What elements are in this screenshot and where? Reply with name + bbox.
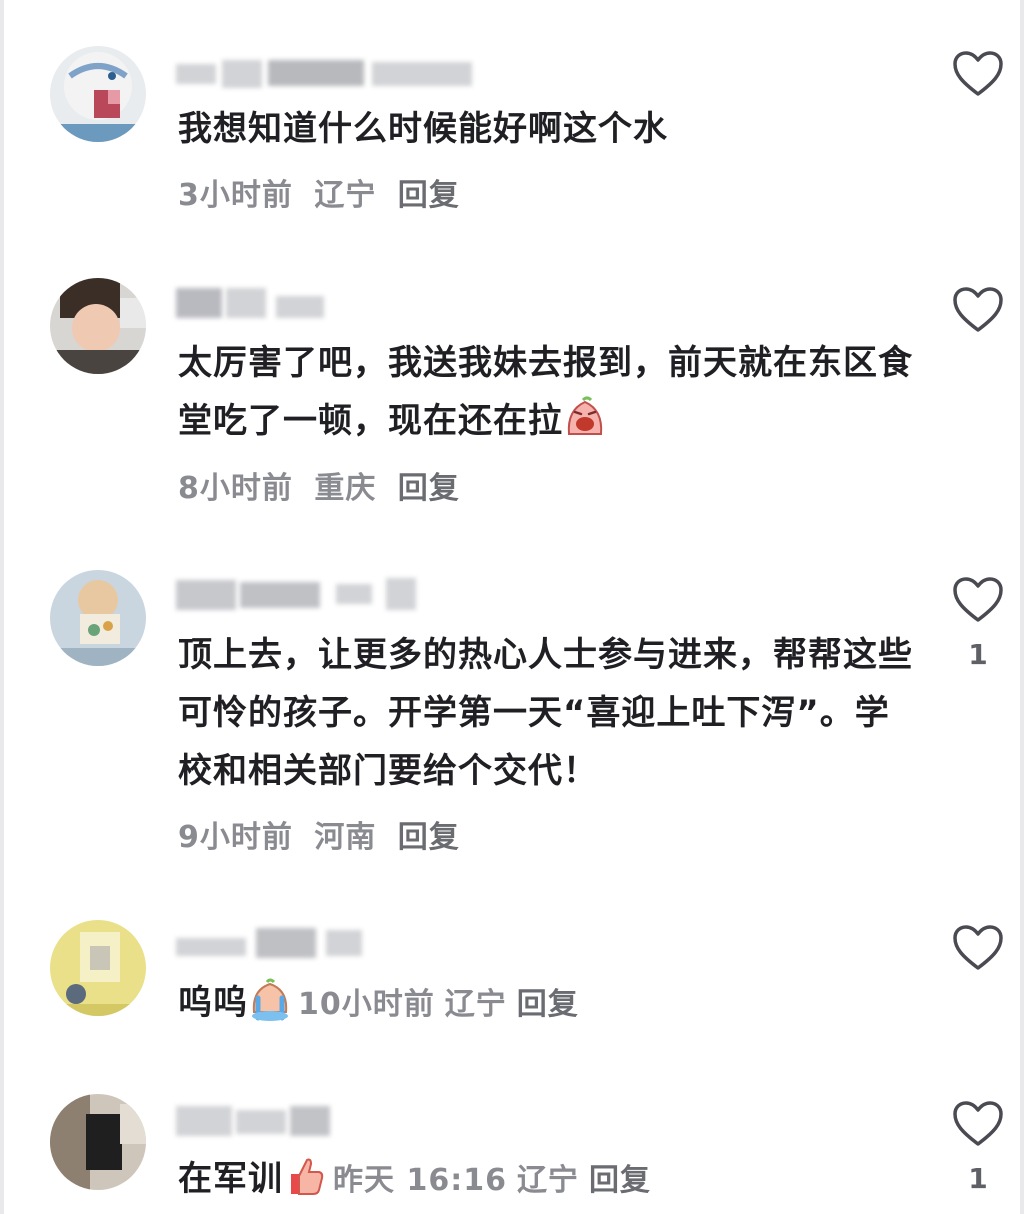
username-redacted [176, 578, 476, 612]
comment-meta: 9小时前 河南 回复 [178, 812, 470, 856]
like-button[interactable]: 1 [944, 1100, 1012, 1195]
comment-location: 辽宁 [314, 178, 377, 213]
comment-list: 我想知道什么时候能好啊这个水 3小时前 辽宁 回复 太厉害了吧，我送我妹去报到，… [0, 0, 1024, 1214]
like-button[interactable]: 1 [944, 576, 1012, 671]
thumbs-up-icon [283, 1154, 327, 1198]
comment-meta: 8小时前 重庆 回复 [178, 463, 470, 507]
reply-button[interactable]: 回复 [398, 178, 460, 213]
comment-text-content: 呜呜 [178, 983, 248, 1023]
heart-icon [953, 925, 1003, 970]
comment-meta: 昨天 16:16 辽宁 回复 [333, 1163, 661, 1198]
username-redacted [176, 1104, 476, 1138]
avatar[interactable] [50, 570, 146, 666]
heart-icon [953, 577, 1003, 622]
like-count: 1 [968, 638, 988, 671]
comment-location: 重庆 [314, 471, 377, 506]
comment-location: 辽宁 [516, 1163, 579, 1198]
comment-time: 9小时前 [178, 820, 293, 855]
comment-meta: 3小时前 辽宁 回复 [178, 170, 470, 214]
reply-button[interactable]: 回复 [517, 987, 579, 1022]
crying-face-icon [563, 396, 607, 440]
sobbing-face-icon [248, 978, 292, 1022]
comment-text: 顶上去，让更多的热心人士参与进来，帮帮这些可怜的孩子。开学第一天“喜迎上吐下泻”… [178, 635, 913, 791]
heart-icon [953, 1101, 1003, 1146]
comment-text-content: 在军训 [178, 1159, 283, 1199]
avatar[interactable] [50, 46, 146, 142]
comment-text: 在军训 昨天 16:16 辽宁 回复 [178, 1150, 918, 1210]
avatar[interactable] [50, 278, 146, 374]
comment-meta: 10小时前 辽宁 回复 [298, 987, 589, 1022]
comment-text: 我想知道什么时候能好啊这个水 [178, 109, 668, 149]
avatar[interactable] [50, 1094, 146, 1190]
like-button[interactable] [944, 924, 1012, 986]
heart-icon [953, 51, 1003, 96]
comment-location: 河南 [314, 820, 377, 855]
avatar[interactable] [50, 920, 146, 1016]
comment-text: 太厉害了吧，我送我妹去报到，前天就在东区食堂吃了一顿，现在还在拉 [178, 334, 918, 450]
like-count: 1 [968, 1162, 988, 1195]
reply-button[interactable]: 回复 [398, 471, 460, 506]
username-redacted [176, 56, 476, 90]
comment-text: 呜呜 10小时前 辽宁 回复 [178, 974, 918, 1034]
comment-time: 10小时前 [298, 987, 435, 1022]
like-button[interactable] [944, 286, 1012, 348]
comment-time: 昨天 16:16 [333, 1163, 507, 1198]
reply-button[interactable]: 回复 [398, 820, 460, 855]
comment-time: 3小时前 [178, 178, 293, 213]
username-redacted [176, 286, 476, 320]
like-button[interactable] [944, 50, 1012, 112]
username-redacted [176, 926, 476, 960]
comment-time: 8小时前 [178, 471, 293, 506]
reply-button[interactable]: 回复 [589, 1163, 651, 1198]
comment-location: 辽宁 [444, 987, 507, 1022]
comment-text-content: 太厉害了吧，我送我妹去报到，前天就在东区食堂吃了一顿，现在还在拉 [178, 343, 913, 441]
heart-icon [953, 287, 1003, 332]
